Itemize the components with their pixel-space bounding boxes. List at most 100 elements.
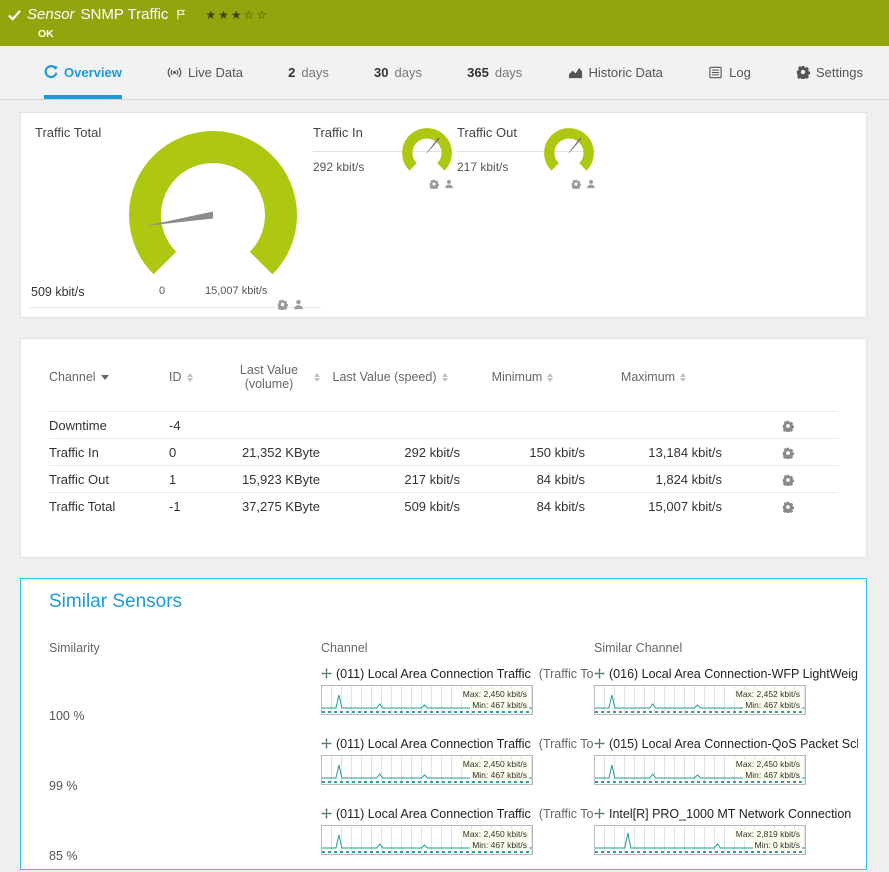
gauges-panel: Traffic Total 509 kbit/s 0 15,007 kbit/s… bbox=[20, 112, 867, 318]
channel-cell: (011) Local Area Connection Traffic (Tra… bbox=[321, 661, 594, 731]
status-ok-check-icon bbox=[8, 9, 21, 21]
sort-desc-icon bbox=[101, 375, 109, 380]
tab-log[interactable]: Log bbox=[708, 46, 751, 99]
priority-stars[interactable]: ★★★☆☆ bbox=[205, 8, 269, 22]
similarity-value: 85 % bbox=[49, 849, 321, 870]
chart-max-label: Max: 2,450 kbit/s bbox=[734, 759, 802, 770]
last-speed: 509 kbit/s bbox=[320, 499, 460, 514]
minimum: 150 kbit/s bbox=[460, 445, 585, 460]
header-similarity: Similarity bbox=[49, 641, 321, 655]
maximum: 15,007 kbit/s bbox=[585, 499, 722, 514]
chart-min-label: Min: 0 kbit/s bbox=[753, 840, 802, 851]
last-volume: 21,352 KByte bbox=[229, 445, 320, 460]
channel-name[interactable]: Downtime bbox=[49, 418, 169, 433]
gauge-total-actions bbox=[277, 299, 304, 310]
status-badge: OK bbox=[38, 28, 54, 40]
channel-table-panel: Channel ID Last Value (volume) Last Valu… bbox=[20, 338, 867, 558]
tab-2-days[interactable]: 2 days bbox=[288, 46, 329, 99]
channel-settings-gear-icon[interactable] bbox=[782, 501, 794, 513]
similar-sensors-panel: Similar Sensors Similarity Channel Simil… bbox=[20, 578, 867, 870]
table-row: Traffic In 0 21,352 KByte 292 kbit/s 150… bbox=[49, 438, 838, 465]
similar-channel-cell: Intel[R] PRO_1000 MT Network Connection … bbox=[594, 801, 858, 870]
similarity-value: 99 % bbox=[49, 779, 321, 801]
channel-link[interactable]: (011) Local Area Connection Traffic (Tra… bbox=[321, 805, 594, 822]
channel-move-cross-icon bbox=[594, 668, 605, 679]
header-last-value-speed[interactable]: Last Value (speed) bbox=[320, 370, 460, 384]
table-row: Downtime -4 bbox=[49, 411, 838, 438]
mini-chart: Max: 2,450 kbit/s Min: 467 kbit/s bbox=[321, 825, 533, 855]
gauge-in-label: Traffic In bbox=[313, 125, 363, 140]
user-access-icon[interactable] bbox=[293, 299, 304, 310]
traffic-total-gauge bbox=[113, 129, 313, 289]
gauge-in-value: 292 kbit/s bbox=[313, 160, 364, 174]
channel-link[interactable]: (015) Local Area Connection-QoS Packet S… bbox=[594, 735, 858, 752]
channel-table-header: Channel ID Last Value (volume) Last Valu… bbox=[49, 363, 838, 391]
channel-link[interactable]: (011) Local Area Connection Traffic (Tra… bbox=[321, 735, 594, 752]
log-icon bbox=[708, 65, 723, 80]
flag-icon[interactable] bbox=[176, 9, 187, 20]
tab-historic-data[interactable]: Historic Data bbox=[568, 46, 663, 99]
similar-row: 85 % (011) Local Area Connection Traffic… bbox=[49, 801, 858, 870]
gauge-total-value: 509 kbit/s bbox=[31, 285, 85, 299]
sort-icon bbox=[547, 373, 553, 382]
traffic-in-gauge bbox=[397, 125, 457, 181]
gauge-out-label: Traffic Out bbox=[457, 125, 517, 140]
gauge-out-actions bbox=[571, 179, 596, 189]
table-row: Traffic Total -1 37,275 KByte 509 kbit/s… bbox=[49, 492, 838, 519]
similar-row: 99 % (011) Local Area Connection Traffic… bbox=[49, 731, 858, 801]
similar-row: 100 % (011) Local Area Connection Traffi… bbox=[49, 661, 858, 731]
channel-name[interactable]: Traffic Total bbox=[49, 499, 169, 514]
channel-settings-gear-icon[interactable] bbox=[782, 447, 794, 459]
tab-bar: Overview Live Data 2 days 30 days 365 da… bbox=[0, 46, 889, 100]
chart-max-label: Max: 2,450 kbit/s bbox=[461, 829, 529, 840]
channel-settings-gear-icon[interactable] bbox=[782, 420, 794, 432]
gauge-scale-max: 15,007 kbit/s bbox=[205, 285, 267, 297]
mini-chart: Max: 2,450 kbit/s Min: 467 kbit/s bbox=[321, 755, 533, 785]
channel-cell: (011) Local Area Connection Traffic (Tra… bbox=[321, 731, 594, 801]
table-row: Traffic Out 1 15,923 KByte 217 kbit/s 84… bbox=[49, 465, 838, 492]
channel-settings-gear-icon[interactable] bbox=[571, 179, 581, 189]
last-volume: 15,923 KByte bbox=[229, 472, 320, 487]
tab-overview[interactable]: Overview bbox=[44, 46, 122, 99]
mini-chart: Max: 2,452 kbit/s Min: 467 kbit/s bbox=[594, 685, 806, 715]
maximum: 1,824 kbit/s bbox=[585, 472, 722, 487]
channel-move-cross-icon bbox=[594, 808, 605, 819]
sort-icon bbox=[442, 373, 448, 382]
channel-link[interactable]: Intel[R] PRO_1000 MT Network Connection … bbox=[594, 805, 858, 822]
header-last-value-volume[interactable]: Last Value (volume) bbox=[229, 363, 320, 391]
similar-channel-cell: (015) Local Area Connection-QoS Packet S… bbox=[594, 731, 858, 801]
traffic-out-gauge bbox=[539, 125, 599, 181]
channel-settings-gear-icon[interactable] bbox=[277, 299, 288, 310]
gauge-needle bbox=[568, 137, 582, 153]
header-maximum[interactable]: Maximum bbox=[585, 370, 722, 384]
header-id[interactable]: ID bbox=[169, 370, 229, 384]
channel-move-cross-icon bbox=[321, 738, 332, 749]
chart-min-label: Min: 467 kbit/s bbox=[470, 840, 529, 851]
mini-chart: Max: 2,450 kbit/s Min: 467 kbit/s bbox=[321, 685, 533, 715]
similarity-value: 100 % bbox=[49, 709, 321, 731]
header-channel[interactable]: Channel bbox=[49, 370, 169, 384]
channel-name[interactable]: Traffic Out bbox=[49, 472, 169, 487]
header-minimum[interactable]: Minimum bbox=[460, 370, 585, 384]
user-access-icon[interactable] bbox=[586, 179, 596, 189]
similar-sensors-title: Similar Sensors bbox=[49, 591, 182, 613]
tab-settings[interactable]: Settings bbox=[796, 46, 863, 99]
channel-id: -1 bbox=[169, 499, 229, 514]
chart-min-label: Min: 467 kbit/s bbox=[743, 770, 802, 781]
channel-settings-gear-icon[interactable] bbox=[429, 179, 439, 189]
sensor-type-label: Sensor bbox=[27, 6, 75, 23]
channel-link[interactable]: (016) Local Area Connection-WFP LightWei… bbox=[594, 665, 858, 682]
gauge-needle bbox=[426, 137, 440, 153]
channel-settings-gear-icon[interactable] bbox=[782, 474, 794, 486]
channel-name[interactable]: Traffic In bbox=[49, 445, 169, 460]
tab-30-days[interactable]: 30 days bbox=[374, 46, 422, 99]
user-access-icon[interactable] bbox=[444, 179, 454, 189]
tab-live-data[interactable]: Live Data bbox=[167, 46, 243, 99]
gauge-in-actions bbox=[429, 179, 454, 189]
minimum: 84 kbit/s bbox=[460, 499, 585, 514]
settings-gear-icon bbox=[796, 65, 810, 79]
tab-365-days[interactable]: 365 days bbox=[467, 46, 522, 99]
similar-sensors-body: 100 % (011) Local Area Connection Traffi… bbox=[49, 661, 858, 870]
header-channel: Channel bbox=[321, 641, 594, 655]
channel-link[interactable]: (011) Local Area Connection Traffic (Tra… bbox=[321, 665, 594, 682]
